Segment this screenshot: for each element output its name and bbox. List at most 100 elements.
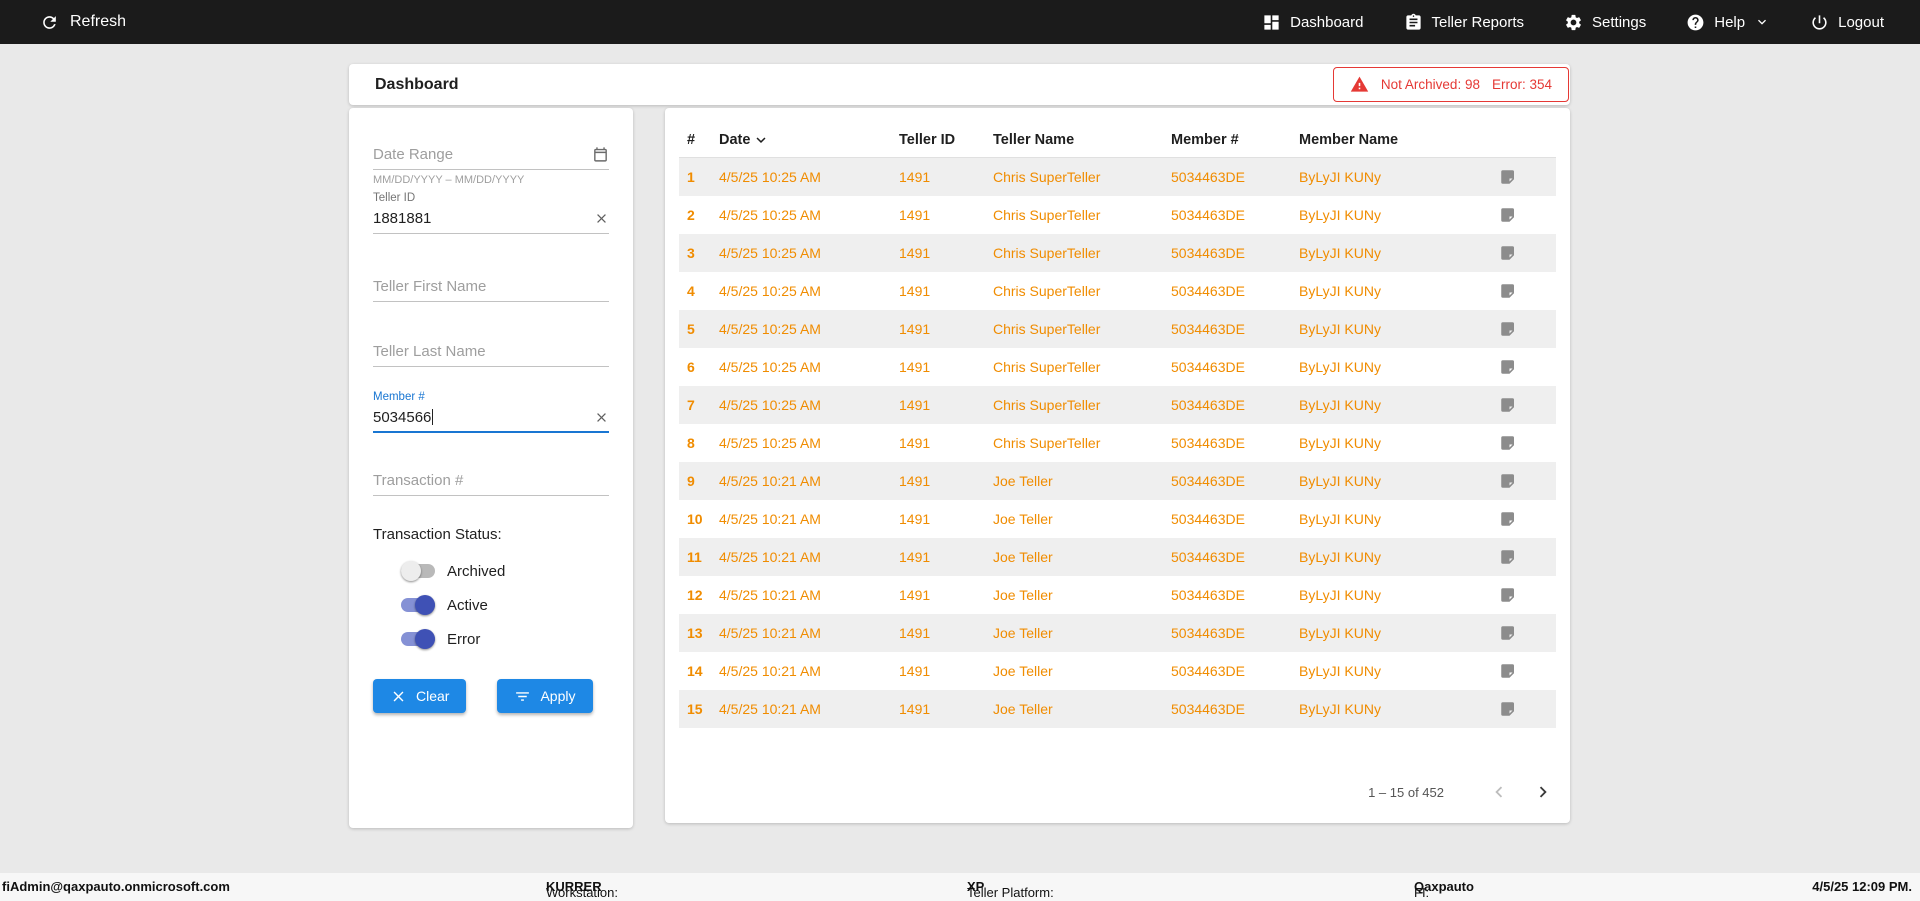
refresh-button[interactable]: Refresh [0, 13, 126, 32]
row-teller-name: Chris SuperTeller [993, 359, 1171, 375]
reports-icon [1404, 13, 1423, 32]
table-row[interactable]: 10 4/5/25 10:21 AM 1491 Joe Teller 50344… [679, 500, 1556, 538]
row-member-name: ByLyJI KUNy [1299, 397, 1499, 413]
row-member-number: 5034463DE [1171, 625, 1299, 641]
row-teller-id: 1491 [899, 473, 993, 489]
date-range-input[interactable]: Date Range [373, 140, 609, 170]
clear-x-icon [390, 688, 407, 705]
table-row[interactable]: 1 4/5/25 10:25 AM 1491 Chris SuperTeller… [679, 158, 1556, 196]
row-teller-name: Chris SuperTeller [993, 245, 1171, 261]
row-teller-id: 1491 [899, 587, 993, 603]
note-icon[interactable] [1499, 206, 1517, 224]
note-icon[interactable] [1499, 396, 1517, 414]
table-row[interactable]: 9 4/5/25 10:21 AM 1491 Joe Teller 503446… [679, 462, 1556, 500]
transaction-status-label: Transaction Status: [373, 526, 609, 543]
filter-panel: Date Range MM/DD/YYYY – MM/DD/YYYY Telle… [349, 108, 633, 828]
teller-id-input[interactable]: 1881881 [373, 204, 609, 234]
table-row[interactable]: 5 4/5/25 10:25 AM 1491 Chris SuperTeller… [679, 310, 1556, 348]
table-row[interactable]: 14 4/5/25 10:21 AM 1491 Joe Teller 50344… [679, 652, 1556, 690]
table-row[interactable]: 2 4/5/25 10:25 AM 1491 Chris SuperTeller… [679, 196, 1556, 234]
row-teller-name: Joe Teller [993, 511, 1171, 527]
teller-last-name-input[interactable]: Teller Last Name [373, 337, 609, 367]
status-badge: Not Archived: 98 Error: 354 [1333, 67, 1569, 102]
nav-item-teller-reports[interactable]: Teller Reports [1404, 13, 1525, 32]
note-icon[interactable] [1499, 548, 1517, 566]
row-member-number: 5034463DE [1171, 587, 1299, 603]
note-icon[interactable] [1499, 282, 1517, 300]
table-body: 1 4/5/25 10:25 AM 1491 Chris SuperTeller… [679, 158, 1556, 728]
table-row[interactable]: 12 4/5/25 10:21 AM 1491 Joe Teller 50344… [679, 576, 1556, 614]
row-member-name: ByLyJI KUNy [1299, 435, 1499, 451]
table-row[interactable]: 6 4/5/25 10:25 AM 1491 Chris SuperTeller… [679, 348, 1556, 386]
nav-item-logout[interactable]: Logout [1810, 13, 1884, 32]
toggle-switch[interactable] [401, 595, 435, 615]
apply-button[interactable]: Apply [497, 679, 592, 713]
row-number: 1 [687, 169, 719, 185]
note-icon[interactable] [1499, 320, 1517, 338]
toggle-switch[interactable] [401, 629, 435, 649]
row-number: 6 [687, 359, 719, 375]
calendar-icon[interactable] [592, 146, 609, 163]
teller-last-name-placeholder: Teller Last Name [373, 343, 609, 360]
nav-item-settings[interactable]: Settings [1564, 13, 1646, 32]
table-row[interactable]: 7 4/5/25 10:25 AM 1491 Chris SuperTeller… [679, 386, 1556, 424]
page-title: Dashboard [349, 76, 459, 94]
clear-member-number-icon[interactable] [594, 410, 609, 425]
row-member-number: 5034463DE [1171, 283, 1299, 299]
note-icon[interactable] [1499, 624, 1517, 642]
note-icon[interactable] [1499, 662, 1517, 680]
column-header-date[interactable]: Date [719, 131, 899, 149]
note-icon[interactable] [1499, 700, 1517, 718]
table-row[interactable]: 4 4/5/25 10:25 AM 1491 Chris SuperTeller… [679, 272, 1556, 310]
row-teller-id: 1491 [899, 283, 993, 299]
nav-item-dashboard[interactable]: Dashboard [1262, 13, 1363, 32]
note-icon[interactable] [1499, 358, 1517, 376]
table-row[interactable]: 3 4/5/25 10:25 AM 1491 Chris SuperTeller… [679, 234, 1556, 272]
row-member-number: 5034463DE [1171, 435, 1299, 451]
top-nav: Dashboard Teller Reports Settings Help [1262, 13, 1920, 32]
table-row[interactable]: 13 4/5/25 10:21 AM 1491 Joe Teller 50344… [679, 614, 1556, 652]
row-number: 15 [687, 701, 719, 717]
table-row[interactable]: 15 4/5/25 10:21 AM 1491 Joe Teller 50344… [679, 690, 1556, 728]
teller-id-label: Teller ID [373, 192, 609, 204]
row-date: 4/5/25 10:25 AM [719, 283, 899, 299]
row-member-name: ByLyJI KUNy [1299, 511, 1499, 527]
previous-page-icon[interactable] [1488, 781, 1510, 803]
note-icon[interactable] [1499, 472, 1517, 490]
member-number-input[interactable]: 5034566 [373, 403, 609, 433]
transaction-number-input[interactable]: Transaction # [373, 466, 609, 496]
row-number: 7 [687, 397, 719, 413]
row-date: 4/5/25 10:21 AM [719, 549, 899, 565]
table-row[interactable]: 8 4/5/25 10:25 AM 1491 Chris SuperTeller… [679, 424, 1556, 462]
row-teller-name: Chris SuperTeller [993, 321, 1171, 337]
next-page-icon[interactable] [1532, 781, 1554, 803]
row-teller-id: 1491 [899, 169, 993, 185]
note-icon[interactable] [1499, 244, 1517, 262]
transaction-number-placeholder: Transaction # [373, 472, 609, 489]
note-icon[interactable] [1499, 586, 1517, 604]
table-row[interactable]: 11 4/5/25 10:21 AM 1491 Joe Teller 50344… [679, 538, 1556, 576]
row-teller-name: Chris SuperTeller [993, 207, 1171, 223]
power-icon [1810, 13, 1829, 32]
clear-button[interactable]: Clear [373, 679, 466, 713]
clear-teller-id-icon[interactable] [594, 211, 609, 226]
note-icon[interactable] [1499, 168, 1517, 186]
date-range-field: Date Range MM/DD/YYYY – MM/DD/YYYY [373, 140, 609, 186]
note-icon[interactable] [1499, 510, 1517, 528]
note-icon[interactable] [1499, 434, 1517, 452]
row-date: 4/5/25 10:25 AM [719, 245, 899, 261]
toggle-label: Error [447, 631, 480, 648]
footer-datetime: 4/5/25 12:09 PM. [1812, 879, 1912, 894]
row-teller-name: Chris SuperTeller [993, 283, 1171, 299]
status-toggle[interactable]: Archived [373, 557, 609, 585]
nav-item-help[interactable]: Help [1686, 13, 1770, 32]
toggle-switch[interactable] [401, 561, 435, 581]
date-format-hint: MM/DD/YYYY – MM/DD/YYYY [373, 174, 609, 186]
teller-first-name-input[interactable]: Teller First Name [373, 272, 609, 302]
row-member-name: ByLyJI KUNy [1299, 549, 1499, 565]
status-toggle[interactable]: Active [373, 591, 609, 619]
status-toggle[interactable]: Error [373, 625, 609, 653]
row-teller-name: Joe Teller [993, 663, 1171, 679]
row-member-number: 5034463DE [1171, 207, 1299, 223]
toggle-label: Active [447, 597, 488, 614]
